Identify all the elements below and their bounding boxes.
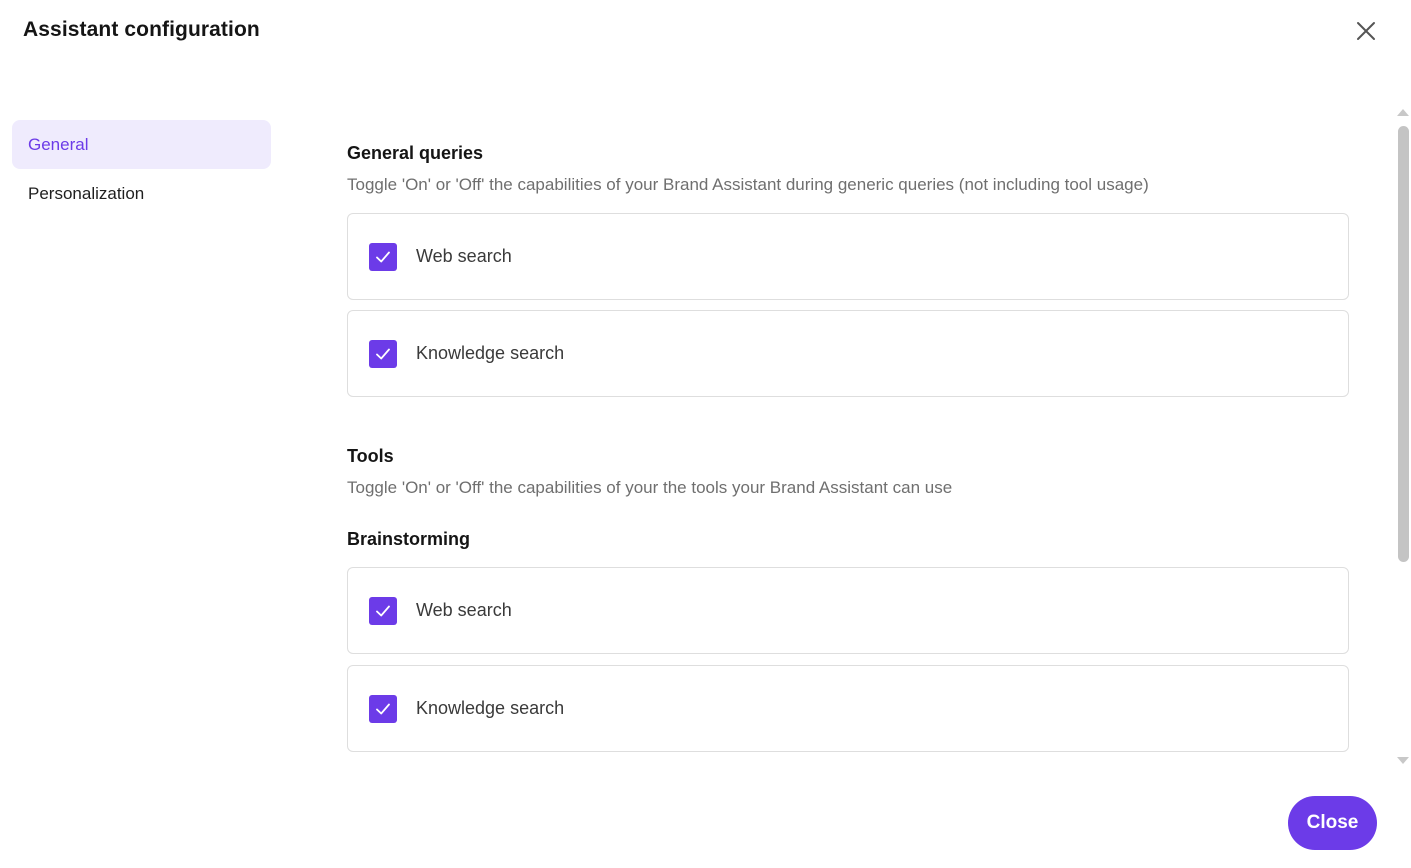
sidebar-item-label: Personalization (28, 183, 145, 203)
tools-title: Tools (347, 446, 394, 466)
option-label: Web search (416, 246, 512, 266)
check-icon (376, 348, 390, 359)
brainstorming-title: Brainstorming (347, 529, 471, 549)
close-button[interactable]: Close (1288, 796, 1377, 850)
checkbox-checked[interactable] (369, 694, 397, 723)
option-label: Knowledge search (416, 343, 565, 363)
sidebar-item-general[interactable]: General (12, 120, 271, 169)
scroll-up-arrow-icon[interactable] (1396, 104, 1410, 116)
scroll-down-arrow-icon[interactable] (1396, 753, 1410, 764)
option-label: Web search (416, 600, 512, 620)
tools-description: Toggle 'On' or 'Off' the capabilities of… (347, 478, 953, 497)
scrollbar-thumb[interactable] (1398, 126, 1409, 562)
checkbox-checked[interactable] (369, 339, 397, 368)
general-web-search-option[interactable]: Web search (347, 213, 1349, 300)
brainstorming-web-search-option[interactable]: Web search (347, 567, 1349, 654)
assistant-config-dialog: Assistant configuration General Personal… (0, 0, 1411, 868)
dialog-title: Assistant configuration (23, 18, 260, 41)
close-icon[interactable] (1354, 19, 1378, 43)
check-icon (376, 605, 390, 616)
general-knowledge-search-option[interactable]: Knowledge search (347, 310, 1349, 397)
brainstorming-knowledge-search-option[interactable]: Knowledge search (347, 665, 1349, 752)
option-label: Knowledge search (416, 698, 565, 718)
checkbox-checked[interactable] (369, 596, 397, 625)
sidebar-item-personalization[interactable]: Personalization (12, 169, 271, 218)
general-queries-title: General queries (347, 143, 484, 163)
sidebar-item-label: General (28, 134, 89, 154)
checkbox-checked[interactable] (369, 242, 397, 271)
check-icon (376, 703, 390, 714)
general-queries-description: Toggle 'On' or 'Off' the capabilities of… (347, 175, 1149, 194)
check-icon (376, 251, 390, 262)
sidebar-nav: General Personalization (12, 120, 271, 218)
